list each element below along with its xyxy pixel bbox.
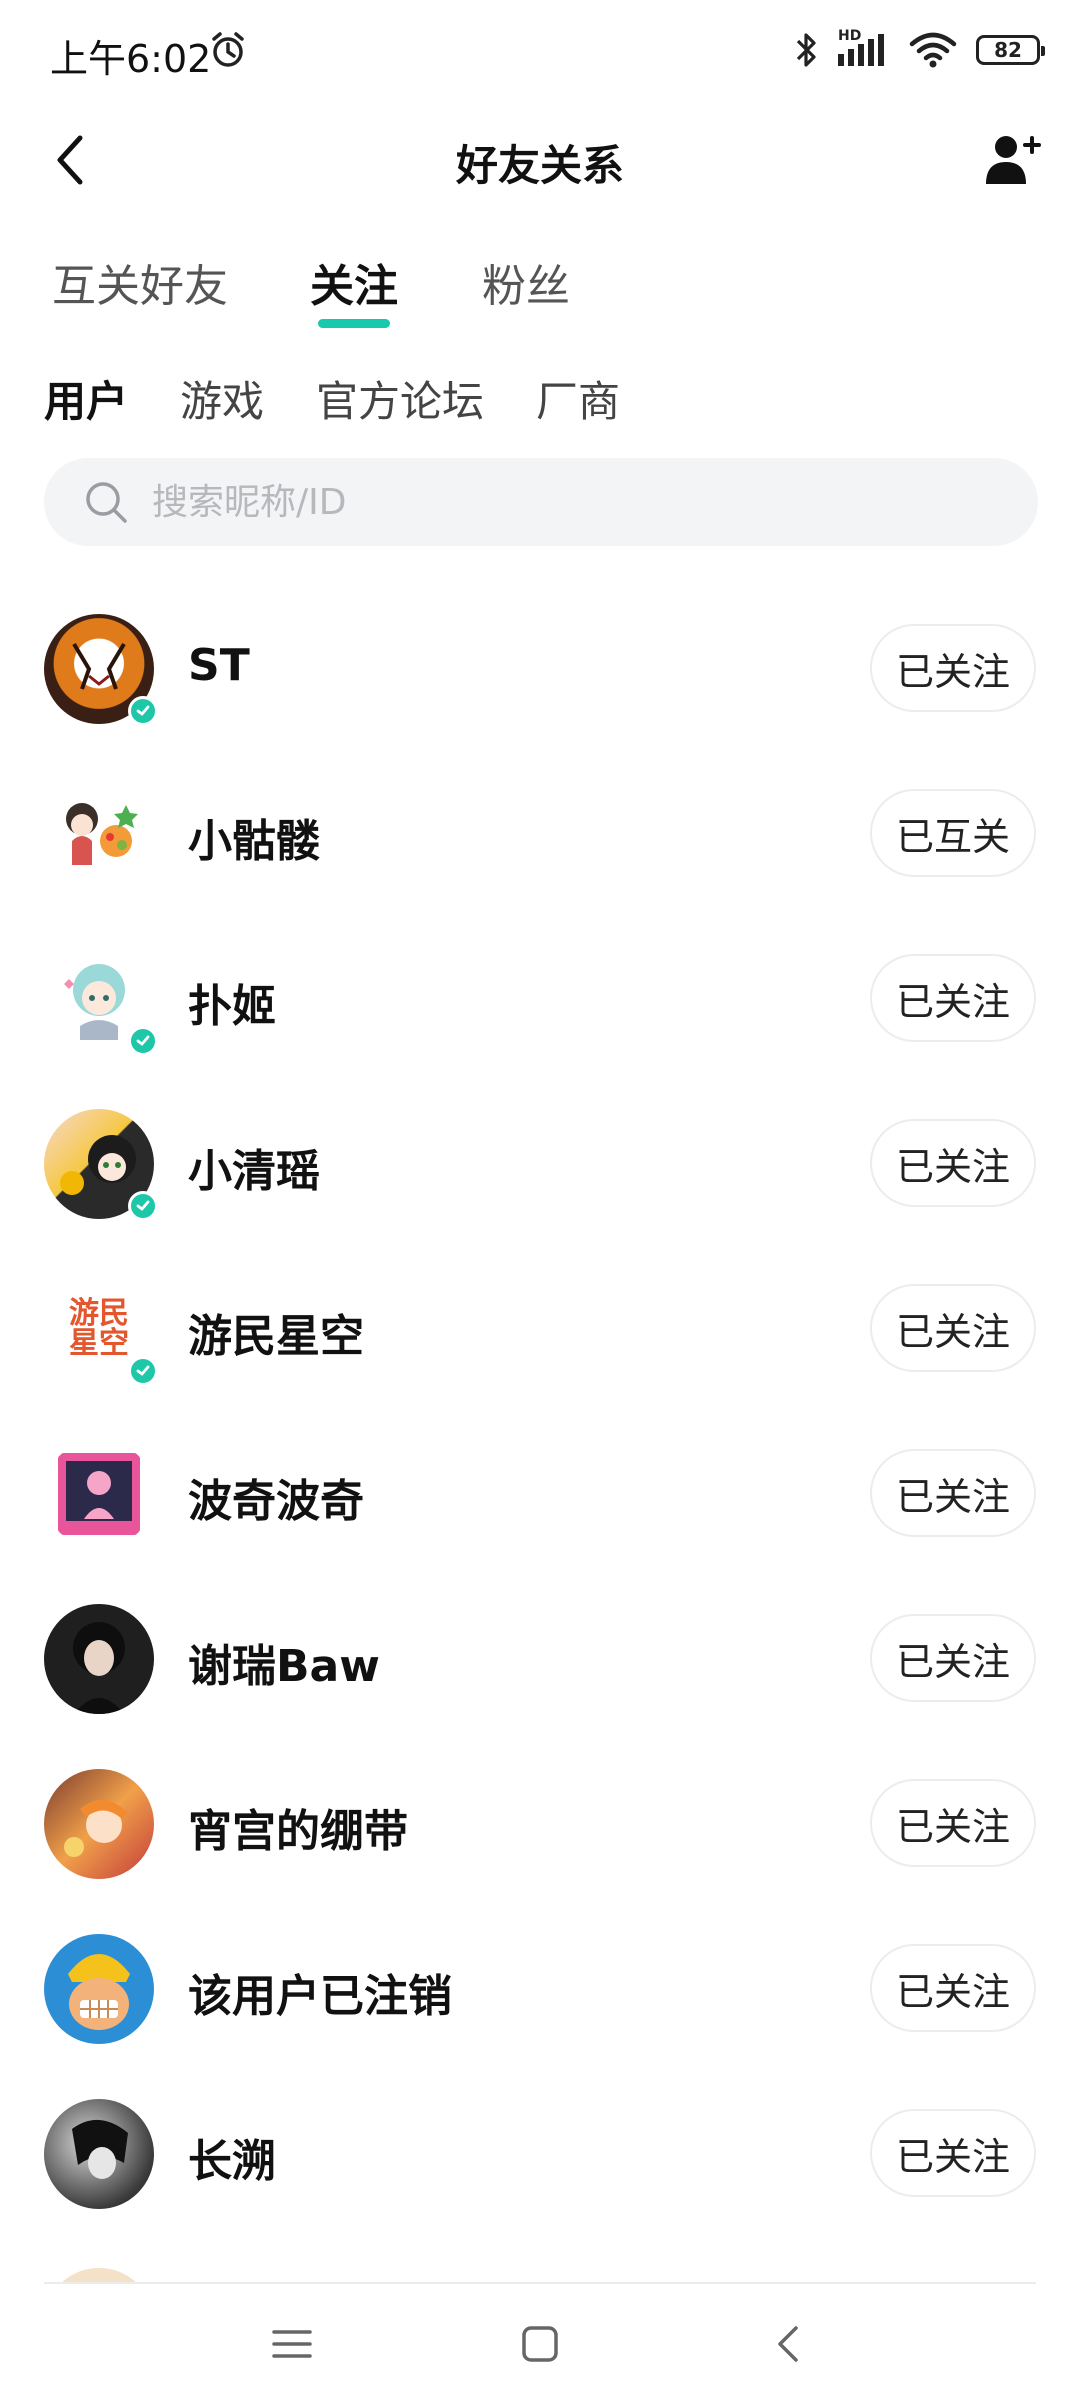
avatar[interactable] bbox=[44, 614, 158, 726]
status-bar: 上午6:02 HD 82 bbox=[0, 0, 1080, 100]
follow-status-button[interactable]: 已关注 bbox=[870, 1284, 1036, 1372]
avatar-art-icon bbox=[58, 1453, 140, 1535]
search-icon bbox=[86, 482, 127, 523]
tab-following[interactable]: 关注 bbox=[310, 250, 398, 328]
status-icons: HD 82 bbox=[794, 28, 1045, 72]
subtab-users[interactable]: 用户 bbox=[44, 368, 128, 429]
follow-status-button[interactable]: 已关注 bbox=[870, 1449, 1036, 1537]
avatar[interactable] bbox=[44, 1439, 154, 1549]
wifi-icon bbox=[909, 32, 957, 68]
list-item[interactable]: 长溯 已关注 bbox=[0, 2099, 1080, 2264]
follow-status-button[interactable]: 已互关 bbox=[870, 789, 1036, 877]
relation-tabs: 互关好友 关注 粉丝 bbox=[0, 250, 1080, 328]
search-input[interactable] bbox=[150, 480, 974, 524]
page-title: 好友关系 bbox=[455, 141, 624, 190]
back-triangle-icon bbox=[778, 2326, 798, 2362]
check-icon bbox=[136, 1365, 150, 1376]
user-name[interactable]: 波奇波奇 bbox=[188, 1465, 364, 1529]
system-nav-bar bbox=[0, 2284, 1080, 2400]
home-square-icon bbox=[522, 2326, 558, 2362]
system-back-button[interactable] bbox=[758, 2314, 818, 2374]
follow-status-button[interactable]: 已关注 bbox=[870, 1944, 1036, 2032]
user-name[interactable]: 谢瑞Baw bbox=[188, 1630, 380, 1694]
avatar[interactable] bbox=[44, 1769, 154, 1879]
tab-fans[interactable]: 粉丝 bbox=[482, 250, 570, 314]
battery-level: 82 bbox=[994, 38, 1022, 62]
follow-status-button[interactable]: 已关注 bbox=[870, 1614, 1036, 1702]
battery-icon: 82 bbox=[976, 35, 1045, 65]
verified-badge bbox=[128, 1356, 158, 1386]
avatar[interactable] bbox=[44, 1109, 158, 1221]
category-tabs: 用户 游戏 官方论坛 厂商 bbox=[0, 368, 1080, 438]
verified-badge bbox=[128, 696, 158, 726]
avatar-art-icon bbox=[66, 803, 138, 865]
tab-mutual-friends[interactable]: 互关好友 bbox=[52, 250, 228, 314]
alarm-icon bbox=[212, 32, 244, 67]
tab-active-indicator bbox=[318, 319, 390, 328]
home-button[interactable] bbox=[510, 2314, 570, 2374]
list-item[interactable]: 小骷髅 已互关 bbox=[0, 779, 1080, 944]
follow-status-button[interactable]: 已关注 bbox=[870, 1779, 1036, 1867]
menu-button[interactable] bbox=[262, 2314, 322, 2374]
avatar-art-icon bbox=[73, 1622, 125, 1714]
list-item[interactable]: 扑姬 已关注 bbox=[0, 944, 1080, 1109]
signal-icon: HD bbox=[838, 28, 890, 70]
avatar[interactable] bbox=[44, 1604, 154, 1714]
follow-status-button[interactable]: 已关注 bbox=[870, 954, 1036, 1042]
user-name[interactable]: 游民星空 bbox=[188, 1300, 364, 1364]
verified-badge bbox=[128, 1191, 158, 1221]
subtab-games[interactable]: 游戏 bbox=[180, 368, 264, 429]
user-name[interactable]: 扑姬 bbox=[188, 970, 276, 1034]
avatar[interactable] bbox=[44, 1934, 154, 2044]
avatar-art-icon bbox=[64, 1799, 128, 1857]
list-item[interactable]: 游民星空 游民星空 已关注 bbox=[0, 1274, 1080, 1439]
add-user-icon bbox=[986, 136, 1041, 184]
header: 好友关系 bbox=[0, 110, 1080, 210]
check-icon bbox=[136, 1200, 150, 1211]
follow-status-button[interactable]: 已关注 bbox=[870, 1119, 1036, 1207]
user-name[interactable]: 该用户已注销 bbox=[188, 1960, 452, 2024]
list-item[interactable]: 宵宫的绷带 已关注 bbox=[0, 1769, 1080, 1934]
user-name[interactable]: 宵宫的绷带 bbox=[188, 1795, 408, 1859]
subtab-vendors[interactable]: 厂商 bbox=[536, 368, 620, 429]
search-bar[interactable] bbox=[44, 458, 1038, 546]
list-item[interactable]: 波奇波奇 已关注 bbox=[0, 1439, 1080, 1604]
avatar[interactable]: 游民星空 bbox=[44, 1274, 158, 1386]
list-item[interactable]: 该用户已注销 已关注 bbox=[0, 1934, 1080, 2099]
menu-icon bbox=[272, 2330, 312, 2358]
avatar[interactable] bbox=[44, 779, 154, 889]
check-icon bbox=[136, 1035, 150, 1046]
follow-status-button[interactable]: 已关注 bbox=[870, 2109, 1036, 2197]
tab-following-label: 关注 bbox=[310, 261, 398, 312]
user-name[interactable]: 小骷髅 bbox=[188, 805, 320, 869]
subtab-official-forum[interactable]: 官方论坛 bbox=[316, 368, 484, 429]
verified-badge bbox=[128, 1026, 158, 1056]
list-item[interactable]: 小清瑶 已关注 bbox=[0, 1109, 1080, 1274]
avatar-logo-text: 游民星空 bbox=[69, 1296, 129, 1361]
user-name[interactable]: 小清瑶 bbox=[188, 1135, 320, 1199]
add-friend-button[interactable] bbox=[980, 128, 1044, 192]
avatar[interactable] bbox=[44, 2099, 154, 2209]
list-item[interactable]: ST 已关注 bbox=[0, 614, 1080, 779]
bluetooth-icon bbox=[796, 33, 816, 67]
avatar[interactable] bbox=[44, 944, 158, 1056]
status-time: 上午6:02 bbox=[50, 37, 212, 81]
follow-status-button[interactable]: 已关注 bbox=[870, 624, 1036, 712]
avatar-art-icon bbox=[72, 2119, 128, 2179]
list-item[interactable]: 谢瑞Baw 已关注 bbox=[0, 1604, 1080, 1769]
following-list: ST 已关注 小骷髅 已互关 扑姬 已关注 小清瑶 已关注 游民星空 游民星空 … bbox=[0, 614, 1080, 2264]
user-name[interactable]: ST bbox=[188, 640, 250, 691]
user-name[interactable]: 长溯 bbox=[188, 2125, 276, 2189]
avatar-art-icon bbox=[68, 1954, 130, 2030]
check-icon bbox=[136, 705, 150, 716]
